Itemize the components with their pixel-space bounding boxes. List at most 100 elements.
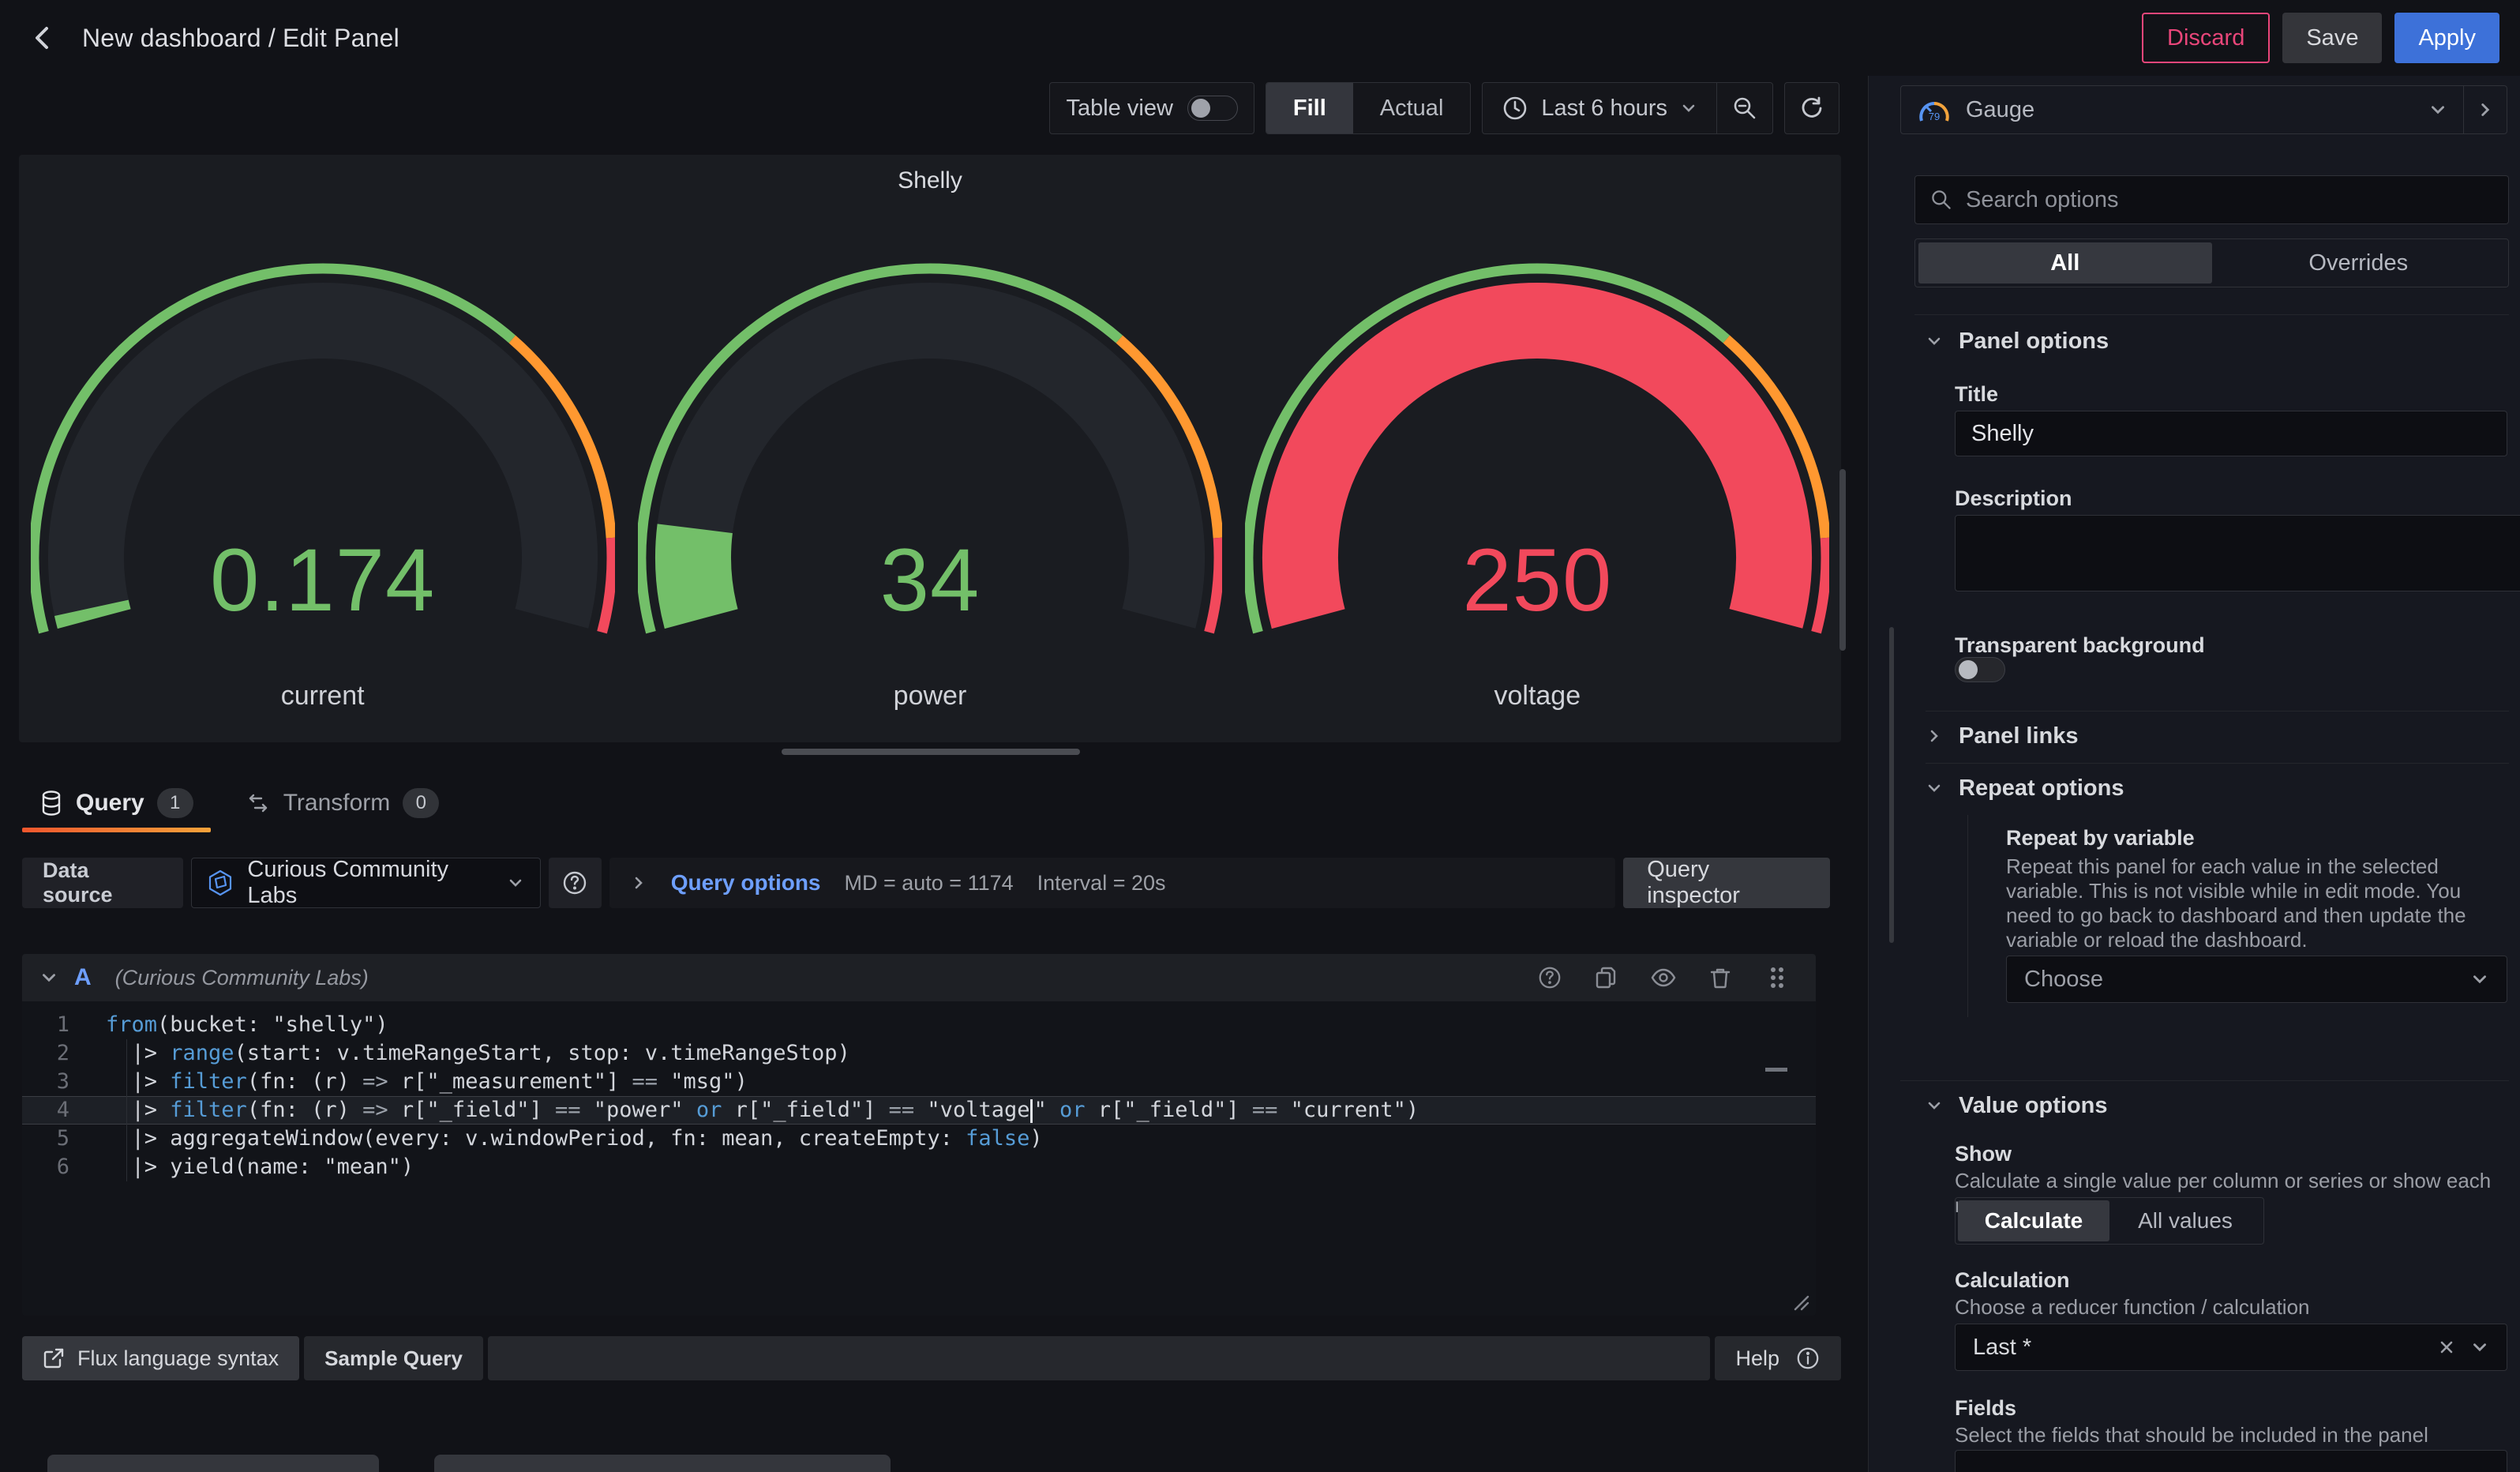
top-bar: New dashboard / Edit Panel Discard Save … (0, 0, 2520, 76)
gauge-label: power (638, 681, 1222, 712)
discard-button[interactable]: Discard (2142, 13, 2270, 63)
panel-options-header[interactable]: Panel options (1926, 325, 2509, 357)
back-button[interactable] (21, 16, 65, 60)
transform-icon (246, 790, 271, 816)
actual-option[interactable]: Actual (1353, 83, 1471, 133)
trash-icon (1708, 965, 1733, 990)
code-line-1[interactable]: 1from(bucket: "shelly") (22, 1011, 1816, 1039)
tab-all[interactable]: All (1918, 242, 2212, 284)
add-query-button-partial[interactable] (47, 1455, 379, 1472)
code-text: |> aggregateWindow(every: v.windowPeriod… (92, 1125, 1043, 1153)
search-icon (1929, 188, 1953, 212)
fill-actual-switch: Fill Actual (1266, 82, 1472, 134)
add-expression-button-partial[interactable] (434, 1455, 891, 1472)
all-values-option[interactable]: All values (2109, 1200, 2261, 1241)
code-text: |> range(start: v.timeRangeStart, stop: … (92, 1039, 850, 1068)
main-scrollbar[interactable] (1839, 469, 1846, 651)
code-lines: 1from(bucket: "shelly")2 |> range(start:… (22, 1011, 1816, 1181)
transparent-background-toggle[interactable] (1955, 657, 2005, 682)
options-scrollbar[interactable] (1889, 627, 1894, 943)
code-line-3[interactable]: 3 |> filter(fn: (r) => r["_measurement"]… (22, 1068, 1816, 1096)
repeat-variable-value: Choose (2024, 967, 2456, 993)
visualization-picker[interactable]: 79 Gauge (1900, 85, 2507, 134)
title-input[interactable] (1971, 421, 2491, 447)
query-help-button[interactable] (1536, 964, 1563, 991)
tab-transform[interactable]: Transform 0 (228, 779, 457, 828)
query-actions (1536, 964, 1798, 991)
topbar-actions: Discard Save Apply (2142, 13, 2499, 63)
gauge-value: 0.174 (31, 529, 615, 631)
main-area: Table view Fill Actual Last 6 hours (0, 76, 1847, 1472)
collapse-options-button[interactable] (2464, 100, 2507, 119)
repeat-options-heading: Repeat options (1959, 775, 2124, 802)
query-inspector-button[interactable]: Query inspector (1623, 858, 1830, 908)
gauge-power: 34power (638, 242, 1222, 731)
refresh-button[interactable] (1784, 82, 1839, 134)
visualization-name: Gauge (1966, 97, 2428, 123)
drag-handle-icon[interactable] (1764, 964, 1791, 991)
tab-overrides[interactable]: Overrides (2212, 242, 2506, 284)
options-filter-tabs: All Overrides (1914, 238, 2509, 287)
fill-option[interactable]: Fill (1266, 83, 1353, 133)
datasource-picker[interactable]: Curious Community Labs (191, 858, 540, 908)
repeat-variable-select[interactable]: Choose (2006, 956, 2507, 1003)
chevron-right-icon (1926, 727, 1943, 745)
apply-button[interactable]: Apply (2394, 13, 2499, 63)
gauge-label: voltage (1245, 681, 1829, 712)
panel-links-header[interactable]: Panel links (1926, 720, 2509, 752)
pane-resize-handle[interactable] (782, 749, 1080, 755)
line-number: 3 (22, 1068, 92, 1096)
time-range-picker[interactable]: Last 6 hours (1483, 95, 1716, 122)
flux-syntax-button[interactable]: Flux language syntax (22, 1336, 299, 1380)
gauge-row: 0.174current34power250voltage (19, 242, 1841, 731)
fields-select-partial[interactable] (1955, 1450, 2507, 1472)
calculate-option[interactable]: Calculate (1958, 1200, 2109, 1241)
panel-links-heading: Panel links (1959, 723, 2079, 749)
divider (1926, 763, 2509, 764)
query-ref-id[interactable]: A (74, 964, 92, 991)
flux-code-editor[interactable]: 1from(bucket: "shelly")2 |> range(start:… (22, 1001, 1816, 1316)
code-line-5[interactable]: 5 |> aggregateWindow(every: v.windowPeri… (22, 1125, 1816, 1153)
info-circle-icon (1795, 1346, 1821, 1371)
delete-query-button[interactable] (1707, 964, 1734, 991)
sample-query-button[interactable]: Sample Query (304, 1336, 483, 1380)
line-number: 5 (22, 1125, 92, 1153)
arrow-left-icon (27, 22, 58, 54)
zoom-out-button[interactable] (1717, 83, 1772, 133)
editor-resize-handle[interactable] (1789, 1290, 1809, 1311)
transparent-background-label: Transparent background (1955, 633, 2509, 658)
code-line-6[interactable]: 6 |> yield(name: "mean") (22, 1153, 1816, 1181)
breadcrumb: New dashboard / Edit Panel (82, 24, 399, 53)
code-line-4[interactable]: 4 |> filter(fn: (r) => r["_field"] == "p… (22, 1096, 1816, 1125)
chevron-down-icon[interactable] (39, 968, 58, 987)
toggle-knob (1959, 660, 1978, 679)
repeat-options-header[interactable]: Repeat options (1926, 772, 2509, 804)
query-options-link[interactable]: Query options (671, 870, 821, 896)
value-options-header[interactable]: Value options (1926, 1090, 2509, 1121)
datasource-help-button[interactable] (549, 858, 602, 908)
show-mode-switch: Calculate All values (1955, 1197, 2264, 1245)
code-text: |> filter(fn: (r) => r["_measurement"] =… (92, 1068, 748, 1096)
save-button[interactable]: Save (2282, 13, 2382, 63)
options-search-input[interactable] (1966, 187, 2494, 213)
eye-icon (1650, 964, 1677, 991)
calculation-value: Last * (1973, 1335, 2423, 1361)
gauge-viz-icon: 79 (1915, 96, 1953, 124)
table-view-toggle[interactable] (1187, 96, 1238, 121)
help-button[interactable]: Help (1715, 1336, 1841, 1380)
tab-query[interactable]: Query 1 (22, 779, 211, 828)
calculation-description: Choose a reducer function / calculation (1955, 1295, 2509, 1320)
panel-title: Shelly (19, 167, 1841, 194)
calculation-select[interactable]: Last * (1955, 1324, 2507, 1371)
query-editor-header: A (Curious Community Labs) (22, 954, 1816, 1001)
description-textarea[interactable] (1955, 515, 2520, 591)
toggle-visibility-button[interactable] (1650, 964, 1677, 991)
duplicate-query-button[interactable] (1593, 964, 1620, 991)
overview-ruler-marker (1765, 1068, 1787, 1072)
description-label: Description (1955, 486, 2509, 511)
chevron-down-icon (2470, 970, 2489, 989)
code-text: |> filter(fn: (r) => r["_field"] == "pow… (92, 1096, 1419, 1125)
code-line-2[interactable]: 2 |> range(start: v.timeRangeStart, stop… (22, 1039, 1816, 1068)
clear-icon[interactable] (2437, 1338, 2456, 1357)
calculation-label: Calculation (1955, 1268, 2509, 1293)
